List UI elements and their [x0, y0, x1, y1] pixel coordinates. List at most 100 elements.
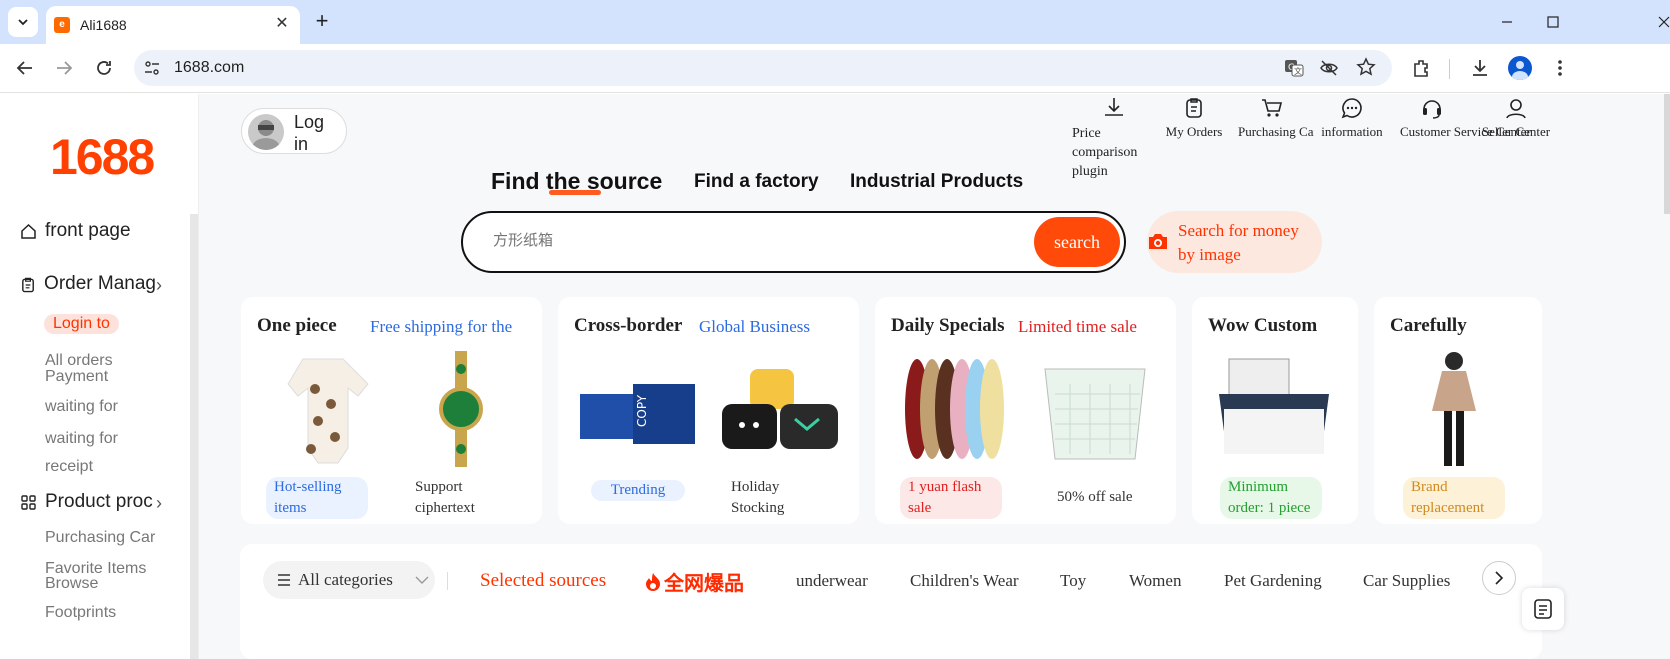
watch-image[interactable] [401, 349, 521, 469]
hot-products-badge[interactable]: 全网爆品 [644, 567, 744, 596]
browser-tab[interactable]: e Ali1688 ✕ [46, 6, 300, 44]
card-cross-border[interactable]: Cross-border Global Business COPY Trendi… [558, 297, 859, 524]
card-one-piece[interactable]: One piece Free shipping for the Hot-sell… [241, 297, 542, 524]
eye-off-icon[interactable] [1319, 58, 1339, 78]
ribbon-image[interactable] [897, 349, 1017, 469]
nav-label: My Orders [1165, 124, 1223, 139]
category-toy[interactable]: Toy [1060, 571, 1086, 591]
card-subtitle[interactable]: Limited time sale [1018, 317, 1137, 337]
toolbar-divider [1449, 59, 1450, 79]
nav-customer-service[interactable]: Customer Service Center [1400, 94, 1531, 140]
sidebar-item-product[interactable]: Product proc [20, 491, 156, 513]
menu-icon[interactable] [1548, 56, 1572, 80]
login-to-link[interactable]: Login to [44, 314, 119, 334]
category-women[interactable]: Women [1129, 571, 1181, 591]
image-search-label: Search for money by image [1178, 221, 1299, 264]
list-icon [278, 574, 290, 586]
download-icon[interactable] [1468, 56, 1492, 80]
card-tag-hot-selling[interactable]: Hot-selling items [266, 477, 368, 519]
download-icon [1102, 96, 1126, 120]
back-icon[interactable] [13, 56, 37, 80]
card-tag-support[interactable]: Support ciphertext [407, 477, 507, 519]
card-tag-holiday[interactable]: Holiday Stocking [723, 477, 823, 519]
user-icon [1504, 96, 1528, 120]
nav-purchasing-car[interactable]: Purchasing Car [1238, 94, 1314, 144]
avatar [248, 114, 284, 150]
sidebar-sub-receipt[interactable]: receipt [45, 458, 93, 476]
baby-romper-image[interactable] [263, 349, 383, 469]
star-icon[interactable] [1356, 57, 1376, 77]
image-search-button[interactable]: Search for money by image [1147, 211, 1322, 273]
card-title: Cross-border [574, 315, 683, 336]
close-window-icon[interactable] [1576, 0, 1670, 44]
active-tab-indicator [549, 190, 601, 195]
url-text[interactable]: 1688.com [174, 59, 244, 77]
camera-icon [1149, 234, 1167, 249]
sidebar-sub-waiting-for-2[interactable]: waiting for [45, 430, 118, 448]
sidebar-scrollbar[interactable] [190, 214, 198, 659]
tab-find-factory[interactable]: Find a factory [694, 171, 819, 193]
category-bar: All categories Selected sources 全网爆品 und… [240, 544, 1542, 659]
note-icon [1534, 599, 1552, 619]
logo[interactable]: 1688 [50, 128, 155, 186]
card-subtitle[interactable]: Global Business [699, 317, 810, 337]
next-category-button[interactable] [1482, 561, 1516, 595]
card-subtitle[interactable]: Free shipping for the [370, 317, 512, 337]
sidebar-item-order-management[interactable]: Order Manag [20, 273, 156, 295]
category-childrens-wear[interactable]: Children's Wear [910, 571, 1019, 591]
reload-icon[interactable] [92, 56, 116, 80]
sidebar-sub-browse[interactable]: Browse [45, 575, 98, 593]
card-title: Carefully [1390, 315, 1467, 336]
card-wow-custom[interactable]: Wow Custom Minimum order: 1 piece [1192, 297, 1358, 524]
all-categories-dropdown[interactable]: All categories [263, 561, 435, 599]
feedback-button[interactable] [1522, 588, 1564, 630]
home-icon [21, 223, 36, 239]
card-tag-minimum-order[interactable]: Minimum order: 1 piece [1220, 477, 1322, 519]
tab-search-button[interactable] [8, 7, 38, 37]
selected-sources-tab[interactable]: Selected sources [480, 570, 606, 592]
address-bar[interactable]: 1688.com G文 [134, 50, 1392, 86]
chevron-right-icon[interactable]: › [156, 275, 162, 296]
category-underwear[interactable]: underwear [796, 571, 868, 591]
login-button[interactable]: Log in [241, 108, 347, 154]
card-tag-trending[interactable]: Trending [591, 480, 685, 501]
nav-seller-center[interactable]: Seller Center [1478, 94, 1554, 140]
close-tab-icon[interactable]: ✕ [272, 14, 292, 34]
category-pet-gardening[interactable]: Pet Gardening [1224, 571, 1322, 591]
tab-industrial-products[interactable]: Industrial Products [850, 171, 1023, 193]
sidebar-sub-purchasing-car[interactable]: Purchasing Car [45, 529, 155, 547]
category-car-supplies[interactable]: Car Supplies [1363, 571, 1450, 591]
nav-price-comparison[interactable]: Price comparison plugin [1072, 94, 1156, 181]
minimize-icon[interactable] [1484, 0, 1530, 44]
profile-icon[interactable] [1508, 56, 1532, 80]
page-scrollbar[interactable] [1664, 94, 1670, 214]
new-tab-icon[interactable]: + [310, 10, 334, 34]
plush-toy-image[interactable] [720, 349, 840, 469]
translate-icon[interactable]: G文 [1284, 58, 1304, 78]
tissue-box-image[interactable] [1214, 349, 1334, 469]
calendar-image[interactable] [1035, 349, 1155, 469]
copy-paper-image[interactable]: COPY [578, 349, 698, 469]
sidebar-sub-footprints[interactable]: Footprints [45, 604, 116, 622]
headset-icon [1420, 96, 1444, 120]
card-tag-flash-sale[interactable]: 1 yuan flash sale [900, 477, 1002, 519]
card-tag-brand-replacement[interactable]: Brand replacement [1403, 477, 1505, 519]
nav-my-orders[interactable]: My Orders [1162, 94, 1226, 140]
nav-information[interactable]: information [1314, 94, 1390, 140]
forward-icon[interactable] [52, 56, 76, 80]
card-daily-specials[interactable]: Daily Specials Limited time sale 1 yuan … [875, 297, 1176, 524]
chevron-down-icon [18, 19, 28, 26]
search-bar: search [461, 211, 1126, 273]
maximize-icon[interactable] [1530, 0, 1576, 44]
search-input[interactable] [493, 231, 993, 249]
search-button[interactable]: search [1034, 217, 1120, 267]
card-carefully[interactable]: Carefully Brand replacement [1374, 297, 1542, 524]
extensions-icon[interactable] [1409, 56, 1433, 80]
sidebar-sub-payment[interactable]: Payment [45, 368, 108, 386]
site-info-icon[interactable] [144, 60, 160, 76]
card-tag-50-off[interactable]: 50% off sale [1049, 487, 1149, 508]
sidebar-item-front-page[interactable]: front page [20, 220, 180, 242]
chevron-right-icon[interactable]: › [156, 493, 162, 514]
sidebar-sub-waiting-for-1[interactable]: waiting for [45, 398, 118, 416]
fashion-model-image[interactable] [1404, 349, 1524, 469]
